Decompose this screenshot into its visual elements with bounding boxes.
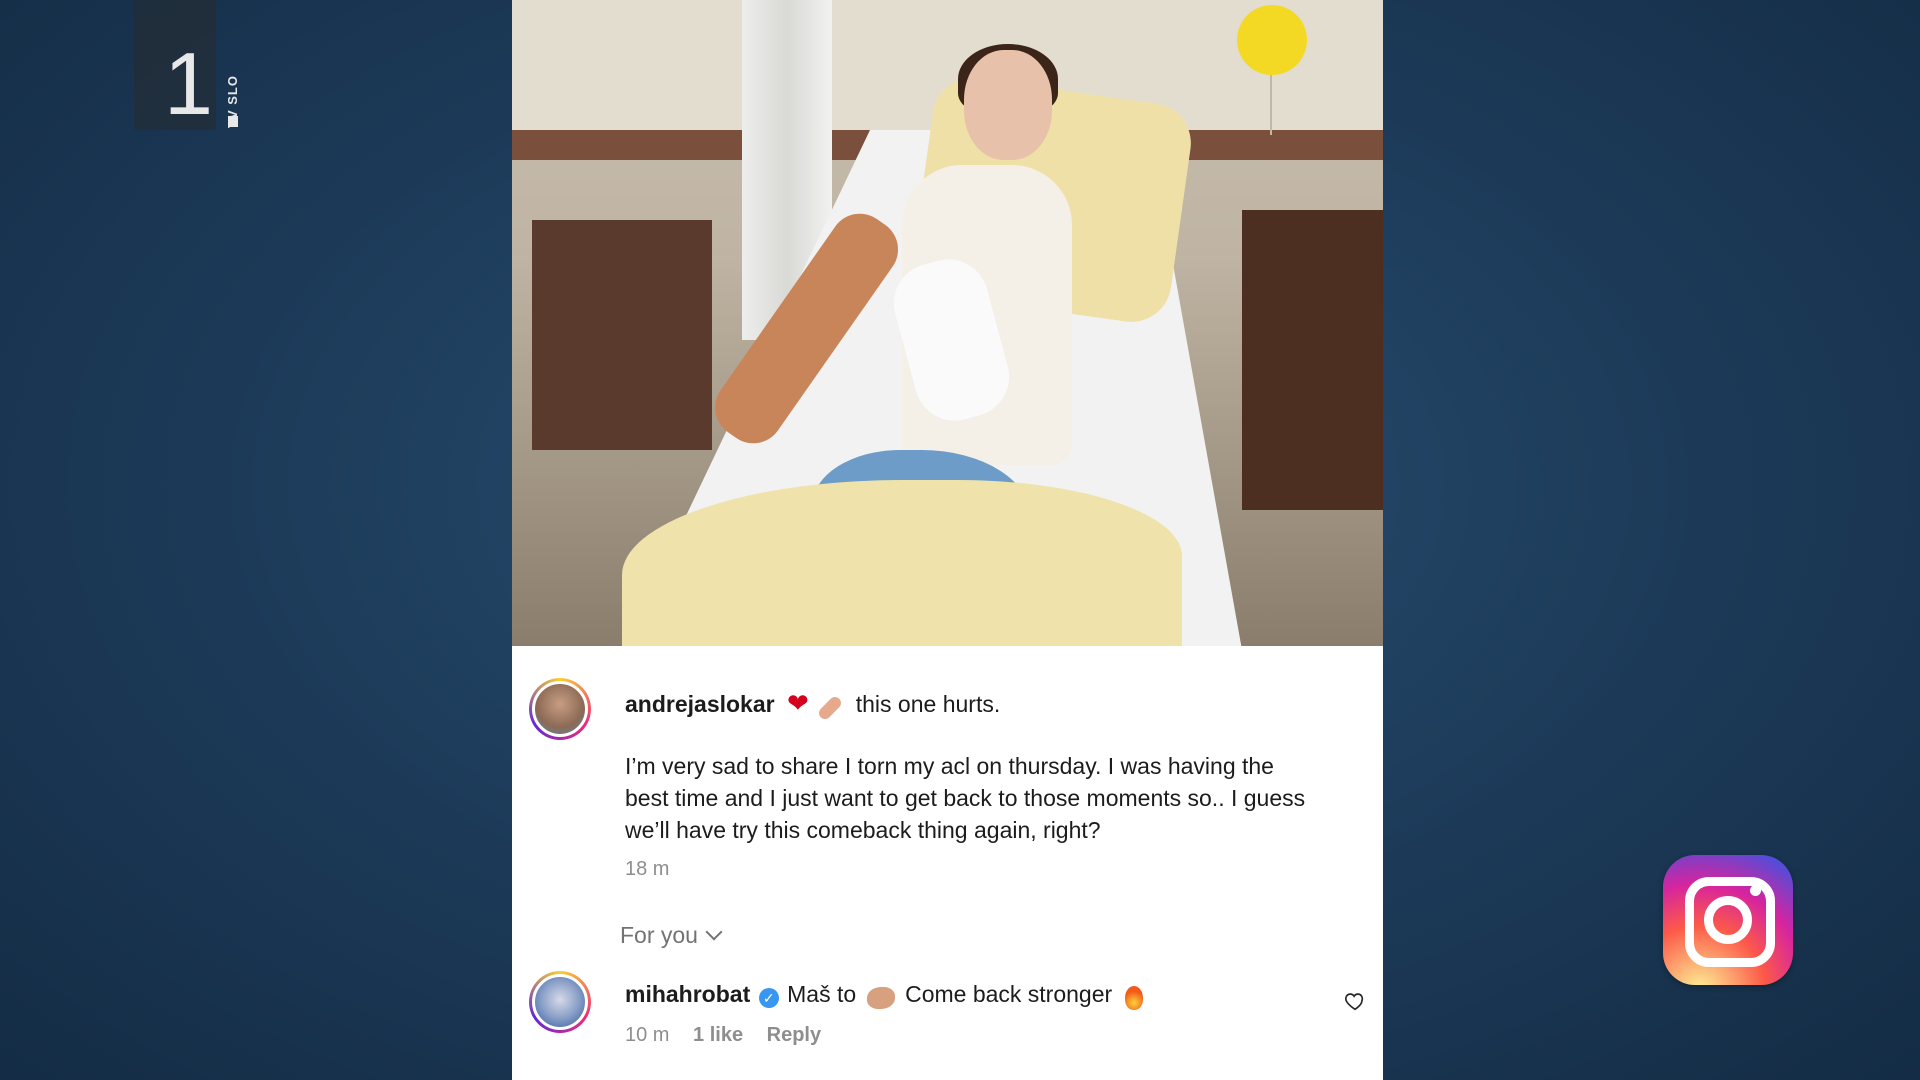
chevron-down-icon	[705, 923, 723, 941]
channel-number: 1	[164, 34, 213, 133]
caption-line: we’ll have try this comeback thing again…	[625, 817, 1101, 843]
caption-header: andrejaslokar ❤ this one hurts.	[625, 688, 1001, 722]
caption-line: best time and I just want to get back to…	[625, 785, 1306, 811]
comment-meta: 10 m 1 like Reply	[625, 1024, 821, 1047]
reply-button[interactable]: Reply	[767, 1024, 821, 1046]
instagram-post: andrejaslokar ❤ this one hurts. I’m very…	[512, 0, 1383, 1080]
comment-text-after: Come back stronger	[905, 981, 1113, 1007]
muscle-emoji-icon	[866, 986, 895, 1009]
post-author-username[interactable]: andrejaslokar	[625, 691, 775, 717]
post-author-avatar[interactable]	[529, 678, 591, 740]
for-you-label: For you	[620, 922, 698, 948]
for-you-dropdown[interactable]: For you	[620, 922, 723, 949]
fire-emoji-icon	[1124, 985, 1143, 1010]
caption-body: I’m very sad to share I torn my acl on t…	[625, 750, 1365, 846]
post-photo	[512, 0, 1383, 646]
caption-headline: this one hurts.	[855, 691, 1001, 717]
heart-emoji-icon: ❤	[787, 688, 809, 718]
comment-likes[interactable]: 1 like	[693, 1024, 743, 1046]
verified-icon: ✓	[758, 987, 779, 1008]
comment-author-avatar[interactable]	[529, 971, 591, 1033]
post-caption: andrejaslokar ❤ this one hurts. I’m very…	[512, 646, 1383, 1080]
heart-outline-icon[interactable]	[1344, 990, 1366, 1012]
comment-row: mihahrobat ✓ Maš to Come back stronger	[625, 978, 1143, 1010]
post-timestamp: 18 m	[625, 858, 670, 880]
channel-badge: 1	[134, 0, 216, 130]
caption-line: I’m very sad to share I torn my acl on t…	[625, 753, 1274, 779]
bandage-emoji-icon	[816, 694, 844, 722]
smiley-balloon	[1237, 5, 1307, 135]
comment-author-username[interactable]: mihahrobat	[625, 981, 750, 1007]
channel-dot	[228, 116, 238, 127]
comment-timestamp: 10 m	[625, 1024, 670, 1046]
instagram-logo-icon	[1663, 855, 1793, 985]
comment-text-before: Maš to	[787, 981, 857, 1007]
